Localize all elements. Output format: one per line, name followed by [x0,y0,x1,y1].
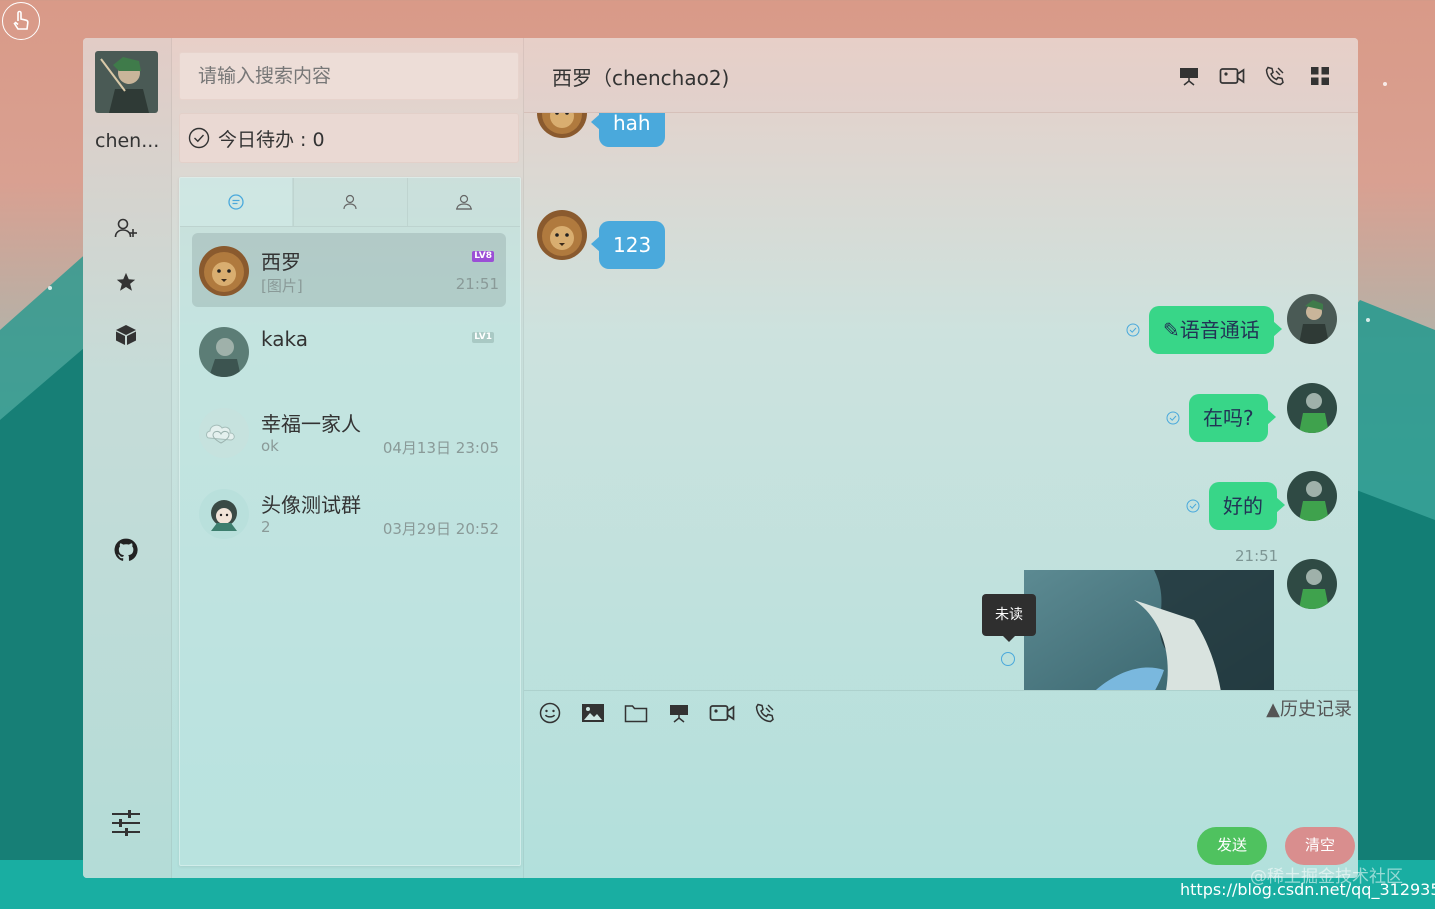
check-circle-icon [188,127,210,149]
user-avatar [199,327,249,377]
read-check-icon [1186,499,1200,513]
message-area: hah 123 ✎语音通话 在吗? 好的 21:51 未读 [524,112,1358,690]
my-username: chen... [95,130,160,152]
history-link[interactable]: ▲历史记录 [1266,695,1352,721]
conversation-time: 03月29日 20:52 [382,520,499,538]
conversation-box: 西罗 [图片] 21:51 LV8 kaka LV1 幸福一家人 ok 04月1… [179,177,521,866]
chat-title: 西罗（chenchao2) [552,66,730,90]
user-icon [343,194,358,210]
voice-call-icon[interactable] [752,700,778,726]
image-message[interactable] [1024,570,1274,690]
today-todo-label: 今日待办 : 0 [218,128,325,151]
conversation-item[interactable]: 西罗 [图片] 21:51 LV8 [192,233,506,307]
my-avatar-small [1287,559,1337,609]
conversation-time: 21:51 [455,275,499,293]
screen-share-icon[interactable] [1176,64,1202,88]
settings-sliders-icon[interactable] [111,808,141,838]
tab-contacts[interactable] [293,178,406,226]
star-icon[interactable] [113,269,139,295]
conversation-item[interactable]: kaka LV1 [192,314,506,388]
read-check-icon [1126,323,1140,337]
grid-menu-icon[interactable] [1307,64,1333,88]
folder-icon[interactable] [623,700,649,726]
star-dot [1383,82,1387,86]
level-badge: LV1 [472,332,494,343]
message-bubble: 123 [590,221,666,269]
unread-tooltip: 未读 [982,594,1036,642]
emoji-icon[interactable] [537,700,563,726]
chat-header: 西罗（chenchao2) [524,38,1358,113]
conversation-time: 04月13日 23:05 [382,439,499,457]
chat-app-window: chen... 请输入搜索内容 今日待办 : 0 西罗 [图片] 21:51 L… [83,38,1358,878]
star-dot [1366,318,1370,322]
message-input[interactable]: 发送 清空 [524,734,1358,878]
list-tabs [180,178,520,227]
pointer-hand-icon[interactable] [2,2,40,40]
my-avatar-small [1287,471,1337,521]
tab-groups[interactable] [406,178,520,226]
conversation-name: 幸福一家人 [261,412,361,436]
input-toolbar: ▲历史记录 [524,690,1358,735]
message-bubble: 好的 [1209,482,1285,530]
group-avatar [199,489,249,539]
lion-avatar [537,112,587,138]
image-icon[interactable] [580,700,606,726]
my-avatar-small [1287,383,1337,433]
screen-share-icon[interactable] [666,700,692,726]
star-dot [48,286,52,290]
today-todo[interactable]: 今日待办 : 0 [179,113,519,163]
lion-avatar [537,210,587,260]
conversation-preview: [图片] [261,277,303,295]
chat-panel: 西罗（chenchao2) hah 123 ✎语音通话 在吗? 好的 21:51… [524,38,1358,878]
lion-avatar [199,246,249,296]
send-button[interactable]: 发送 [1197,827,1267,865]
clear-button[interactable]: 清空 [1285,827,1355,865]
search-input[interactable]: 请输入搜索内容 [179,52,519,100]
add-friend-icon[interactable] [113,215,139,241]
conversation-name: 头像测试群 [261,493,361,517]
video-call-icon[interactable] [1219,64,1245,88]
github-icon[interactable] [113,537,139,563]
tab-chats[interactable] [180,178,294,226]
level-badge: LV8 [472,251,494,262]
video-call-icon[interactable] [709,700,735,726]
group-icon [455,194,472,210]
unread-indicator [1001,652,1015,666]
voice-call-icon[interactable] [1262,64,1288,88]
watermark-url: https://blog.csdn.net/qq_31293575 [1180,880,1435,899]
message-bubble: 在吗? [1189,394,1276,442]
conversation-list-panel: 请输入搜索内容 今日待办 : 0 西罗 [图片] 21:51 LV8 kaka … [171,38,524,878]
read-check-icon [1166,411,1180,425]
group-avatar [199,408,249,458]
conversation-preview: 2 [261,518,271,536]
conversation-item[interactable]: 幸福一家人 ok 04月13日 23:05 [192,395,506,469]
conversation-preview: ok [261,437,279,455]
message-bubble: hah [591,112,665,147]
message-bubble: ✎语音通话 [1149,306,1282,354]
conversation-name: kaka [261,327,308,351]
my-avatar-small [1287,294,1337,344]
my-avatar[interactable] [95,51,158,113]
message-time: 21:51 [1235,547,1279,565]
conversation-name: 西罗 [261,250,301,274]
conversation-item[interactable]: 头像测试群 2 03月29日 20:52 [192,476,506,550]
nav-rail: chen... [83,38,172,878]
chat-bubble-icon [228,194,244,210]
cube-icon[interactable] [113,322,139,348]
